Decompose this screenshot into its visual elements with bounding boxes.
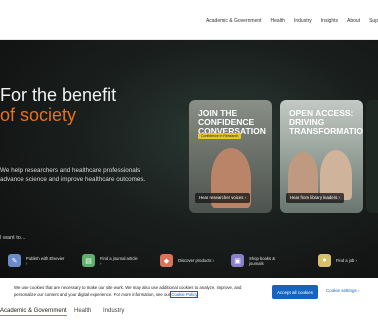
- top-navigation: Academic & Government Health Industry In…: [0, 0, 378, 40]
- cookie-text: We use cookies that are necessary to mak…: [14, 285, 264, 298]
- section-tabs: Academic & Government Health Industry: [0, 306, 378, 320]
- tab-health[interactable]: Health: [74, 308, 91, 314]
- hero-title-line1: For the benefit: [0, 85, 117, 105]
- promo-card-open-access[interactable]: OPEN ACCESS: DRIVING TRANSFORMATION Hear…: [280, 100, 363, 213]
- card-button[interactable]: Hear researcher voices ›: [195, 193, 251, 203]
- quick-link-label: Publish with Elsevier ›: [26, 255, 65, 266]
- quick-link-publish[interactable]: ✎ Publish with Elsevier ›: [8, 254, 66, 267]
- quick-link-label: Find a journal article ›: [100, 255, 138, 266]
- card-button[interactable]: Hear from library leaders ›: [286, 193, 344, 203]
- job-icon: ●: [318, 254, 331, 267]
- quick-links: ✎ Publish with Elsevier › ▤ Find a journ…: [6, 254, 378, 270]
- quick-link-job[interactable]: ● Find a job ›: [318, 254, 357, 267]
- tab-academic[interactable]: Academic & Government: [0, 308, 67, 316]
- card-title: OPEN ACCESS: DRIVING TRANSFORMATION: [289, 108, 363, 136]
- nav-item-insights[interactable]: Insights: [321, 18, 338, 24]
- cookie-settings-link[interactable]: Cookie settings ›: [326, 288, 360, 293]
- hero-title: For the benefit of society: [0, 85, 116, 125]
- cookie-banner: We use cookies that are necessary to mak…: [0, 278, 378, 306]
- cookie-message: We use cookies that are necessary to mak…: [14, 285, 242, 297]
- journal-icon: ▤: [82, 254, 95, 267]
- nav-item-health[interactable]: Health: [271, 18, 285, 24]
- promo-card-confidence[interactable]: JOIN THE CONFIDENCE CONVERSATION Confide…: [189, 100, 272, 213]
- quick-link-shop[interactable]: ▣ Shop books & journals: [231, 254, 289, 267]
- hero-subtitle: We help researchers and healthcare profe…: [0, 167, 146, 183]
- quick-links-label: I want to...: [0, 235, 26, 241]
- quick-link-label: Discover products ›: [178, 258, 215, 263]
- nav-item-about[interactable]: About: [347, 18, 360, 24]
- quick-link-label: Find a job ›: [336, 258, 357, 263]
- cookie-policy-link[interactable]: Cookie Policy: [170, 290, 199, 298]
- main-nav: Academic & Government Health Industry In…: [206, 18, 378, 24]
- promo-card-partial[interactable]: [366, 100, 378, 213]
- card-chip: Confidence in Research: [198, 133, 242, 139]
- tab-industry[interactable]: Industry: [103, 308, 124, 314]
- nav-item-industry[interactable]: Industry: [294, 18, 312, 24]
- nav-item-support[interactable]: Sup: [369, 18, 378, 24]
- hero-section: For the benefit of society We help resea…: [0, 40, 378, 278]
- card-title: JOIN THE CONFIDENCE CONVERSATION: [198, 108, 266, 136]
- nav-item-academic[interactable]: Academic & Government: [206, 18, 262, 24]
- shop-icon: ▣: [231, 254, 244, 267]
- accept-cookies-button[interactable]: Accept all cookies: [272, 285, 318, 299]
- quick-link-products[interactable]: ◆ Discover products ›: [160, 254, 214, 267]
- quick-link-label: Shop books & journals: [249, 255, 276, 266]
- products-icon: ◆: [160, 254, 173, 267]
- publish-icon: ✎: [8, 254, 21, 267]
- quick-link-journal[interactable]: ▤ Find a journal article ›: [82, 254, 140, 267]
- hero-title-line2: of society: [0, 105, 77, 125]
